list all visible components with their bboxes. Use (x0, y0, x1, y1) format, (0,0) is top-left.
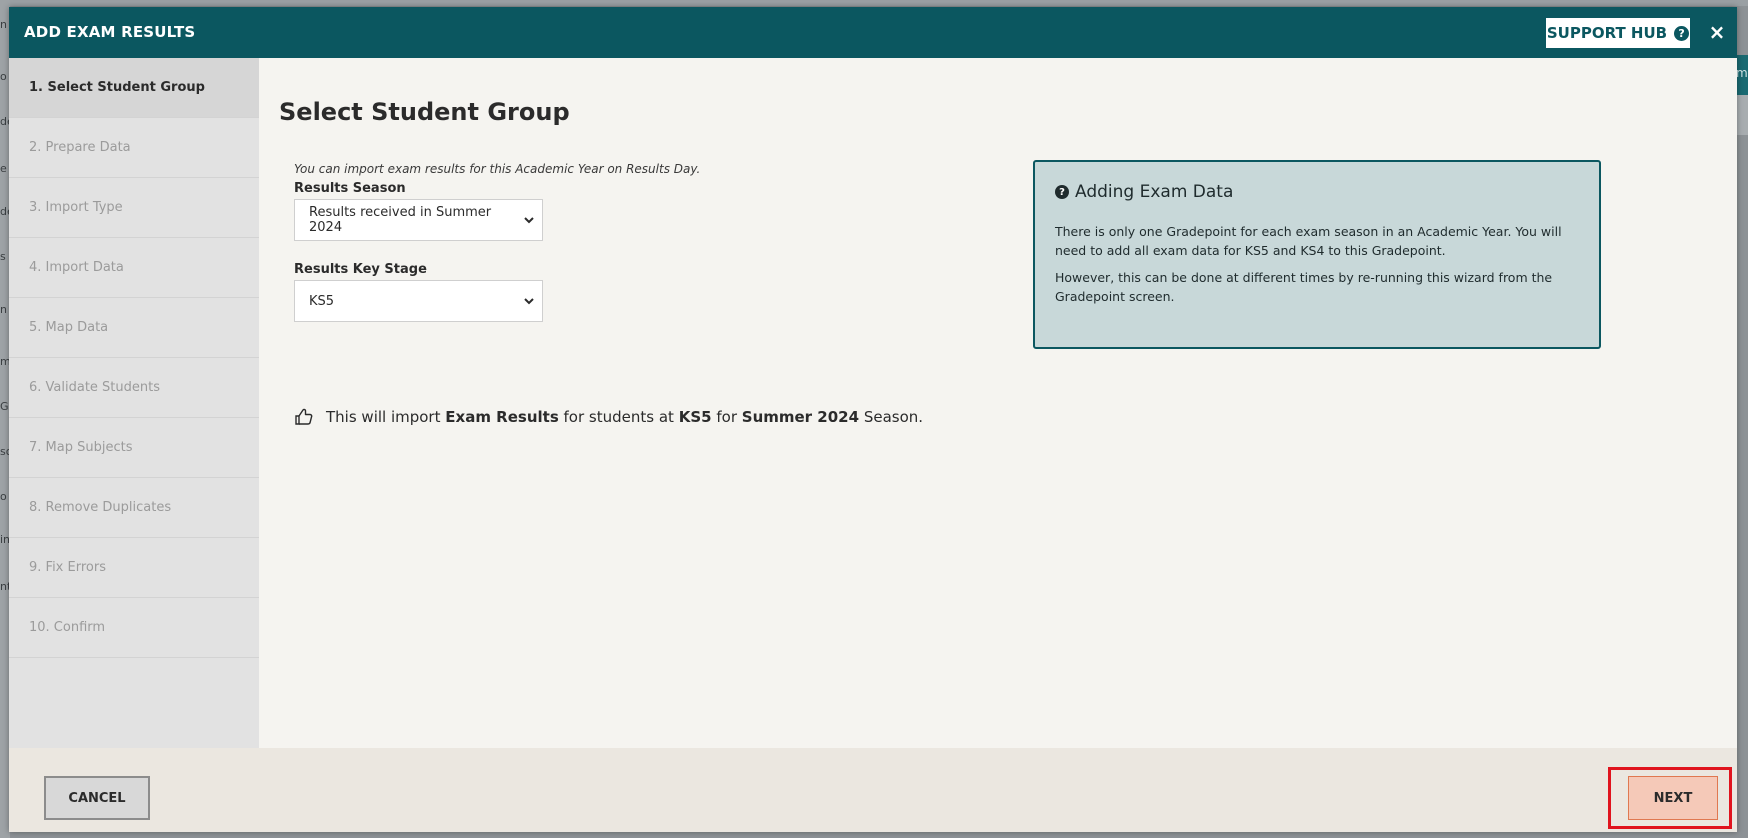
wizard-steps-sidebar: 1. Select Student Group 2. Prepare Data … (9, 58, 259, 748)
results-key-stage-value: KS5 (309, 293, 335, 309)
results-day-hint: You can import exam results for this Aca… (294, 162, 701, 176)
step-remove-duplicates: 8. Remove Duplicates (9, 478, 259, 538)
main-content: Select Student Group You can import exam… (259, 58, 1737, 748)
question-circle-icon: ? (1674, 25, 1690, 41)
support-hub-label: SUPPORT HUB (1546, 24, 1668, 42)
summary-suffix: Season. (863, 408, 924, 426)
step-prepare-data: 2. Prepare Data (9, 118, 259, 178)
info-paragraph-1: There is only one Gradepoint for each ex… (1055, 224, 1562, 258)
step-validate-students: 6. Validate Students (9, 358, 259, 418)
support-hub-button[interactable]: SUPPORT HUB ? (1545, 17, 1691, 49)
results-season-value: Results received in Summer 2024 (309, 205, 492, 235)
results-season-label: Results Season (294, 181, 406, 196)
info-title-text: Adding Exam Data (1075, 182, 1234, 202)
summary-prefix: This will import (326, 408, 441, 426)
thumbs-up-icon (294, 407, 314, 427)
background-right-peek: m (1736, 55, 1748, 95)
summary-mid1: for students at (563, 408, 674, 426)
step-import-type: 3. Import Type (9, 178, 259, 238)
step-confirm: 10. Confirm (9, 598, 259, 658)
close-button[interactable]: × (1705, 20, 1729, 44)
summary-text: This will import Exam Results for studen… (326, 408, 923, 426)
step-fix-errors: 9. Fix Errors (9, 538, 259, 598)
results-key-stage-label: Results Key Stage (294, 262, 427, 277)
bg-peek-text: m (1736, 66, 1748, 80)
summary-key-stage: KS5 (678, 408, 712, 426)
modal-header: ADD EXAM RESULTS SUPPORT HUB ? × (9, 7, 1737, 58)
results-season-select[interactable]: Results received in Summer 2024 (294, 199, 543, 241)
question-circle-icon: ? (1055, 185, 1069, 199)
step-map-data: 5. Map Data (9, 298, 259, 358)
summary-season: Summer 2024 (741, 408, 860, 426)
info-box-title: ? Adding Exam Data (1055, 182, 1579, 202)
results-key-stage-select[interactable]: KS5 (294, 280, 543, 322)
step-import-data: 4. Import Data (9, 238, 259, 298)
summary-exam-results: Exam Results (445, 408, 559, 426)
step-select-student-group[interactable]: 1. Select Student Group (9, 58, 259, 118)
modal-footer: CANCEL NEXT (9, 748, 1737, 832)
chevron-down-icon (524, 213, 534, 227)
background-top-strip (0, 0, 1748, 6)
chevron-down-icon (524, 294, 534, 308)
cancel-button[interactable]: CANCEL (44, 776, 150, 820)
step-map-subjects: 7. Map Subjects (9, 418, 259, 478)
page-title: Select Student Group (279, 98, 570, 126)
background-right-peek-lower (1736, 95, 1748, 135)
import-summary: This will import Exam Results for studen… (294, 407, 923, 427)
summary-mid2: for (716, 408, 737, 426)
adding-exam-data-info-box: ? Adding Exam Data There is only one Gra… (1033, 160, 1601, 349)
next-button[interactable]: NEXT (1628, 776, 1718, 820)
modal-title: ADD EXAM RESULTS (24, 23, 196, 41)
info-paragraph-2: However, this can be done at different t… (1055, 270, 1553, 304)
add-exam-results-modal: ADD EXAM RESULTS SUPPORT HUB ? × 1. Sele… (9, 7, 1737, 832)
